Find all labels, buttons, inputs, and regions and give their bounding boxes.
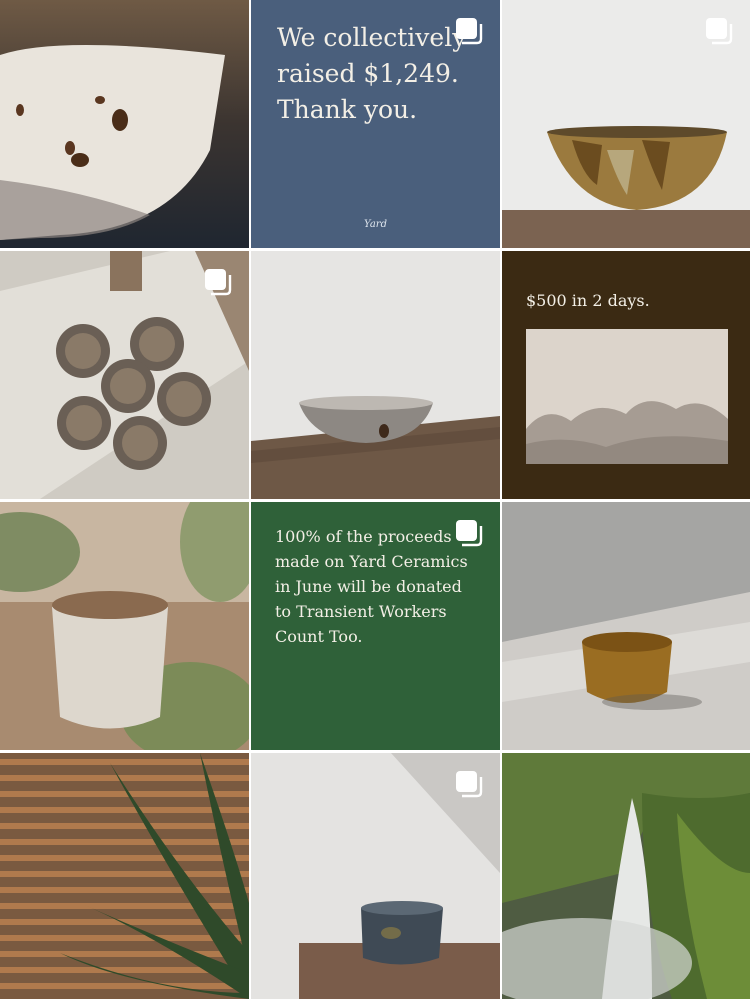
post-tile-six-cups[interactable] [0, 251, 249, 499]
post-thumbnail [251, 251, 500, 499]
post-tile-blue-cup[interactable] [251, 753, 500, 999]
post-tile-white-bowl[interactable] [0, 0, 249, 248]
post-thumbnail [0, 502, 249, 750]
card-message: 100% of the proceeds made on Yard Cerami… [275, 527, 468, 646]
multiple-posts-icon [205, 269, 232, 296]
post-tile-white-cup[interactable] [0, 502, 249, 750]
post-tile-brown-bowl[interactable] [502, 0, 750, 248]
card-message: $500 in 2 days. [526, 291, 650, 310]
card-inset-photo [526, 329, 728, 464]
card-signature: Yard [364, 219, 387, 230]
card-message: We collectively raised $1,249. Thank you… [277, 23, 467, 124]
profile-post-grid: We collectively raised $1,249. Thank you… [0, 0, 750, 999]
post-tile-speckled-bowl[interactable] [251, 251, 500, 499]
post-thumbnail [0, 753, 249, 999]
post-tile-amber-cup[interactable] [502, 502, 750, 750]
post-thumbnail [502, 753, 750, 999]
post-tile-waterfall[interactable] [502, 753, 750, 999]
post-thumbnail [502, 502, 750, 750]
multiple-posts-icon [706, 18, 733, 45]
post-tile-500-card[interactable]: $500 in 2 days. [502, 251, 750, 499]
post-tile-proceeds-card[interactable]: 100% of the proceeds made on Yard Cerami… [251, 502, 500, 750]
post-tile-thank-you-card[interactable]: We collectively raised $1,249. Thank you… [251, 0, 500, 248]
multiple-posts-icon [456, 520, 483, 547]
post-tile-blinds-palm[interactable] [0, 753, 249, 999]
multiple-posts-icon [456, 771, 483, 798]
multiple-posts-icon [456, 18, 483, 45]
post-thumbnail [0, 0, 249, 248]
